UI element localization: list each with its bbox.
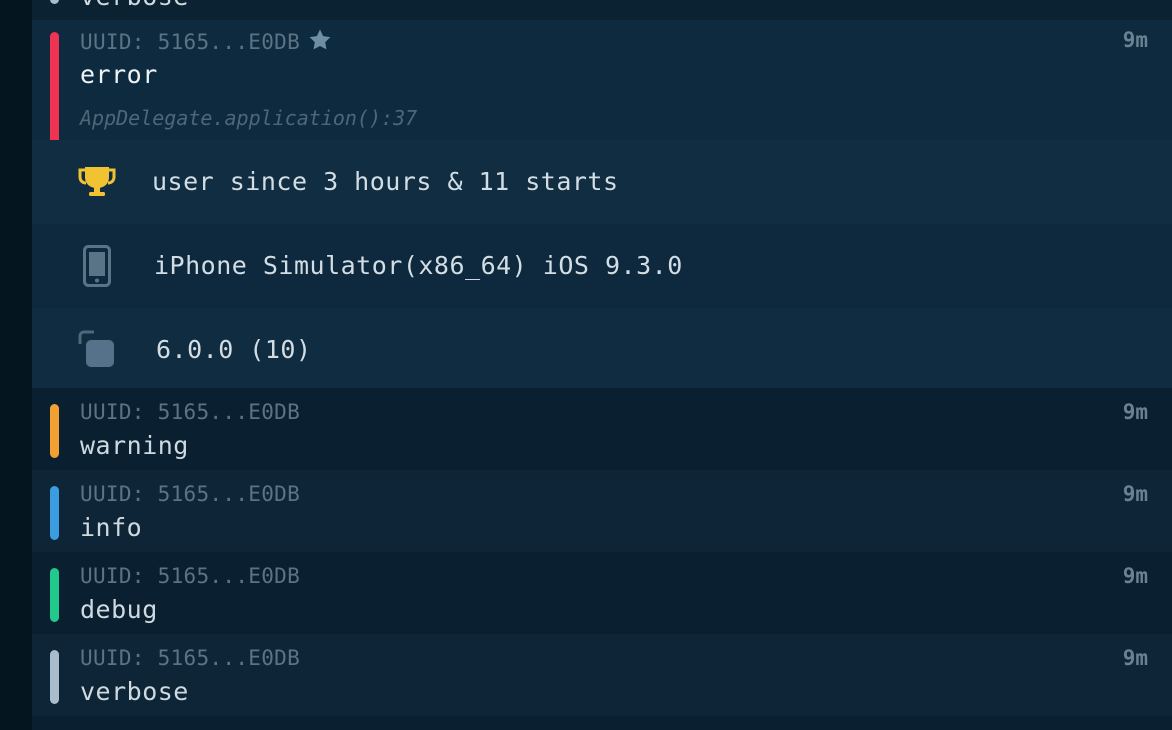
log-message: info (80, 513, 143, 542)
log-message: debug (80, 595, 158, 624)
detail-text: user since 3 hours & 11 starts (152, 167, 619, 196)
level-indicator (50, 650, 59, 704)
log-entry-next (32, 716, 1172, 730)
log-entry-debug[interactable]: UUID: 5165...E0DB 9m debug (32, 552, 1172, 634)
timestamp: 9m (1122, 400, 1148, 424)
log-entry-error-expanded[interactable]: UUID: 5165...E0DB 9m error AppDelegate.a… (32, 20, 1172, 392)
detail-row-version: 6.0.0 (10) (32, 308, 1172, 392)
uuid-label: UUID: 5165...E0DB (80, 646, 301, 670)
log-entry-info[interactable]: UUID: 5165...E0DB 9m info (32, 470, 1172, 552)
log-message: warning (80, 431, 189, 460)
timestamp: 9m (1122, 564, 1148, 588)
level-indicator (50, 0, 59, 4)
left-gutter (0, 0, 32, 730)
log-message: verbose (80, 0, 189, 11)
log-entry-verbose[interactable]: UUID: 5165...E0DB 9m verbose (32, 634, 1172, 716)
timestamp: 9m (1122, 482, 1148, 506)
timestamp: 9m (1122, 646, 1148, 670)
log-list[interactable]: verbose UUID: 5165...E0DB 9m error AppDe… (32, 0, 1172, 730)
log-entry-partial[interactable]: verbose (32, 0, 1172, 20)
log-entry-warning[interactable]: UUID: 5165...E0DB 9m warning (32, 388, 1172, 470)
app-version-icon (74, 308, 120, 392)
uuid-label: UUID: 5165...E0DB (80, 400, 301, 424)
level-indicator (50, 404, 59, 458)
entry-meta: UUID: 5165...E0DB (80, 28, 332, 54)
detail-row-device: iPhone Simulator(x86_64) iOS 9.3.0 (32, 224, 1172, 308)
phone-icon (74, 224, 120, 308)
timestamp: 9m (1122, 28, 1148, 52)
detail-text: 6.0.0 (10) (156, 335, 312, 364)
trophy-icon (74, 140, 120, 224)
uuid-label: UUID: 5165...E0DB (80, 482, 301, 506)
star-icon[interactable] (308, 28, 332, 52)
log-message: verbose (80, 677, 189, 706)
source-location: AppDelegate.application():37 (80, 106, 418, 130)
uuid-label: UUID: 5165...E0DB (80, 564, 301, 588)
level-indicator (50, 568, 59, 622)
uuid-label: UUID: 5165...E0DB (80, 30, 301, 54)
log-message: error (80, 60, 158, 89)
detail-text: iPhone Simulator(x86_64) iOS 9.3.0 (154, 251, 683, 280)
detail-row-user: user since 3 hours & 11 starts (32, 140, 1172, 224)
level-indicator (50, 486, 59, 540)
